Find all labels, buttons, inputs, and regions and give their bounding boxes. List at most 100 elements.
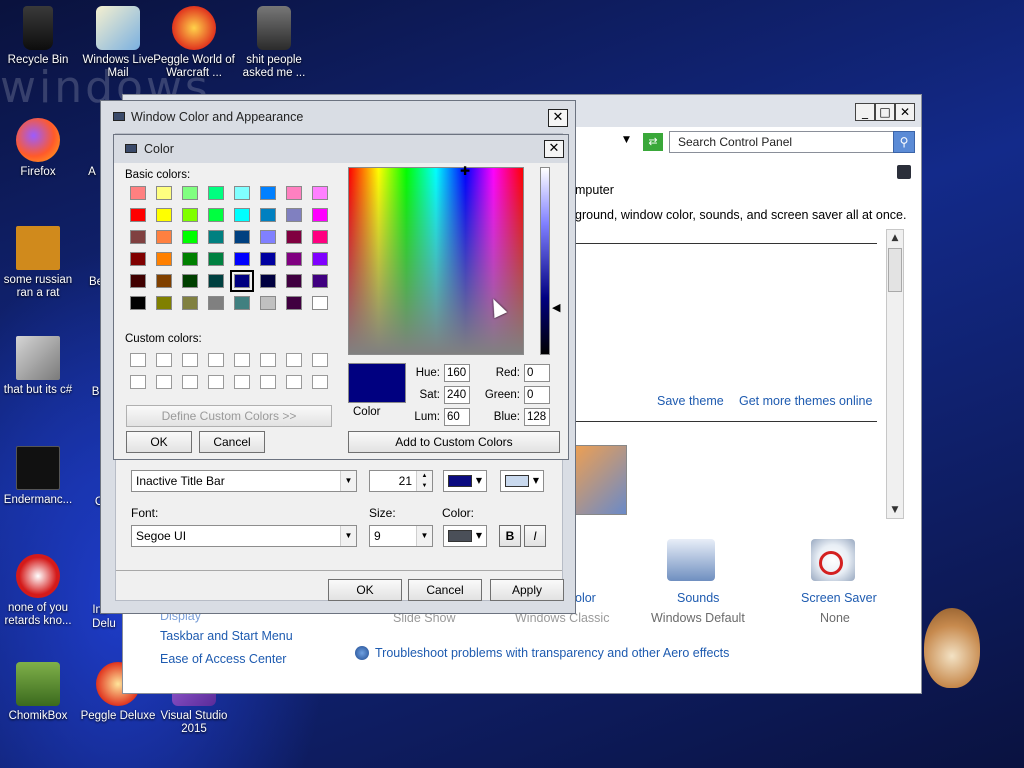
cancel-button[interactable]: Cancel	[199, 431, 265, 453]
close-button[interactable]: ✕	[548, 109, 568, 127]
chevron-down-icon[interactable]: ▼	[340, 471, 356, 491]
dialog-titlebar[interactable]: Window Color and Appearance	[101, 101, 575, 133]
basic-color-swatch[interactable]	[182, 274, 198, 288]
ok-button[interactable]: OK	[328, 579, 402, 601]
desktop-icon-csharp[interactable]: that but its c#	[0, 336, 80, 397]
desktop-icon-partial[interactable]: Delu	[84, 618, 124, 631]
custom-color-swatch[interactable]	[130, 353, 146, 367]
desktop-icon-retards[interactable]: none of you retards kno...	[0, 554, 80, 628]
screen-saver-link[interactable]: Screen Saver	[801, 591, 877, 605]
font-select[interactable]: Segoe UI ▼	[131, 525, 357, 547]
basic-color-swatch[interactable]	[182, 230, 198, 244]
cancel-button[interactable]: Cancel	[408, 579, 482, 601]
custom-color-swatch[interactable]	[208, 375, 224, 389]
custom-color-swatch[interactable]	[156, 353, 172, 367]
color-titlebar[interactable]: Color	[114, 135, 568, 163]
basic-color-swatch[interactable]	[234, 252, 250, 266]
help-icon[interactable]	[897, 165, 911, 179]
basic-color-swatch[interactable]	[312, 230, 328, 244]
basic-color-swatch[interactable]	[208, 296, 224, 310]
lum-input[interactable]: 60	[444, 408, 470, 426]
desktop-icon-firefox[interactable]: Firefox	[0, 118, 80, 179]
color1-button[interactable]: ▼	[443, 470, 487, 492]
custom-color-swatch[interactable]	[260, 375, 276, 389]
basic-color-swatch[interactable]	[208, 186, 224, 200]
get-more-themes-link[interactable]: Get more themes online	[739, 394, 872, 408]
green-input[interactable]: 0	[524, 386, 550, 404]
color2-button[interactable]: ▼	[500, 470, 544, 492]
close-button[interactable]: ✕	[544, 140, 564, 158]
define-custom-colors-button[interactable]: Define Custom Colors >>	[126, 405, 332, 427]
minimize-button[interactable]: _	[855, 103, 875, 121]
basic-color-swatch[interactable]	[182, 252, 198, 266]
taskbar-start-menu-link[interactable]: Taskbar and Start Menu	[160, 629, 293, 643]
basic-color-swatch[interactable]	[182, 186, 198, 200]
desktop-icon-peggle-wow[interactable]: Peggle World of Warcraft ...	[152, 6, 236, 80]
basic-color-swatch[interactable]	[230, 270, 254, 292]
desktop-icon-enderman[interactable]: Endermanc...	[0, 446, 80, 507]
basic-color-swatch[interactable]	[156, 296, 172, 310]
basic-color-swatch[interactable]	[286, 208, 302, 222]
font-color-button[interactable]: ▼	[443, 525, 487, 547]
custom-color-swatch[interactable]	[312, 375, 328, 389]
custom-color-swatch[interactable]	[312, 353, 328, 367]
add-to-custom-colors-button[interactable]: Add to Custom Colors	[348, 431, 560, 453]
spin-icon[interactable]: ▲ ▼	[416, 471, 432, 491]
search-icon[interactable]: ⚲	[893, 131, 915, 153]
ease-of-access-link[interactable]: Ease of Access Center	[160, 652, 286, 666]
red-input[interactable]: 0	[524, 364, 550, 382]
basic-color-swatch[interactable]	[208, 274, 224, 288]
color-dialog[interactable]: Color ✕ Basic colors: Custom colors: Def…	[113, 134, 569, 460]
basic-color-swatch[interactable]	[234, 230, 250, 244]
basic-color-swatch[interactable]	[312, 186, 328, 200]
custom-color-swatch[interactable]	[234, 353, 250, 367]
custom-color-swatch[interactable]	[208, 353, 224, 367]
basic-color-swatch[interactable]	[234, 296, 250, 310]
bold-button[interactable]: B	[499, 525, 521, 547]
basic-color-swatch[interactable]	[130, 296, 146, 310]
close-button[interactable]: ✕	[895, 103, 915, 121]
basic-color-swatch[interactable]	[260, 230, 276, 244]
desktop-icon-windows-live-mail[interactable]: Windows Live Mail	[76, 6, 160, 80]
custom-color-swatch[interactable]	[182, 353, 198, 367]
basic-color-swatch[interactable]	[260, 296, 276, 310]
hamster-mascot[interactable]	[918, 592, 986, 692]
color-item-fragment[interactable]: olor	[575, 591, 596, 605]
save-theme-link[interactable]: Save theme	[657, 394, 724, 408]
themes-scrollbar[interactable]: ▲ ▼	[886, 229, 904, 519]
search-input[interactable]: Search Control Panel	[669, 131, 895, 153]
apply-button[interactable]: Apply	[490, 579, 564, 601]
chevron-down-icon[interactable]: ▼	[340, 526, 356, 546]
color-spectrum[interactable]	[348, 167, 524, 355]
desktop-icon-folder[interactable]: shit people asked me ...	[232, 6, 316, 80]
sounds-link[interactable]: Sounds	[677, 591, 719, 605]
basic-color-swatch[interactable]	[156, 274, 172, 288]
italic-button[interactable]: I	[524, 525, 546, 547]
troubleshoot-link[interactable]: Troubleshoot problems with transparency …	[375, 646, 729, 660]
scroll-down-icon[interactable]: ▼	[887, 502, 903, 518]
custom-color-swatch[interactable]	[234, 375, 250, 389]
blue-input[interactable]: 128	[524, 408, 550, 426]
basic-color-swatch[interactable]	[286, 186, 302, 200]
custom-color-swatch[interactable]	[182, 375, 198, 389]
font-size-select[interactable]: 9 ▼	[369, 525, 433, 547]
basic-color-swatch[interactable]	[156, 186, 172, 200]
scroll-up-icon[interactable]: ▲	[887, 230, 903, 246]
basic-color-swatch[interactable]	[286, 230, 302, 244]
desktop-icon-recycle-bin[interactable]: Recycle Bin	[0, 6, 80, 67]
refresh-icon[interactable]: ⇄	[643, 133, 663, 151]
maximize-button[interactable]: □	[875, 103, 895, 121]
basic-color-swatch[interactable]	[260, 252, 276, 266]
sat-input[interactable]: 240	[444, 386, 470, 404]
luminosity-slider[interactable]	[540, 167, 550, 355]
basic-color-swatch[interactable]	[130, 208, 146, 222]
hue-input[interactable]: 160	[444, 364, 470, 382]
scroll-thumb[interactable]	[888, 248, 902, 292]
custom-color-swatch[interactable]	[156, 375, 172, 389]
basic-color-swatch[interactable]	[182, 208, 198, 222]
desktop-icon-russian[interactable]: some russian ran a rat	[0, 226, 80, 300]
chevron-down-icon[interactable]: ▼	[416, 526, 432, 546]
item-size-stepper[interactable]: 21 ▲ ▼	[369, 470, 433, 492]
desktop-icon-chomikbox[interactable]: ChomikBox	[0, 662, 80, 723]
address-dropdown-icon[interactable]: ▼	[623, 135, 630, 145]
